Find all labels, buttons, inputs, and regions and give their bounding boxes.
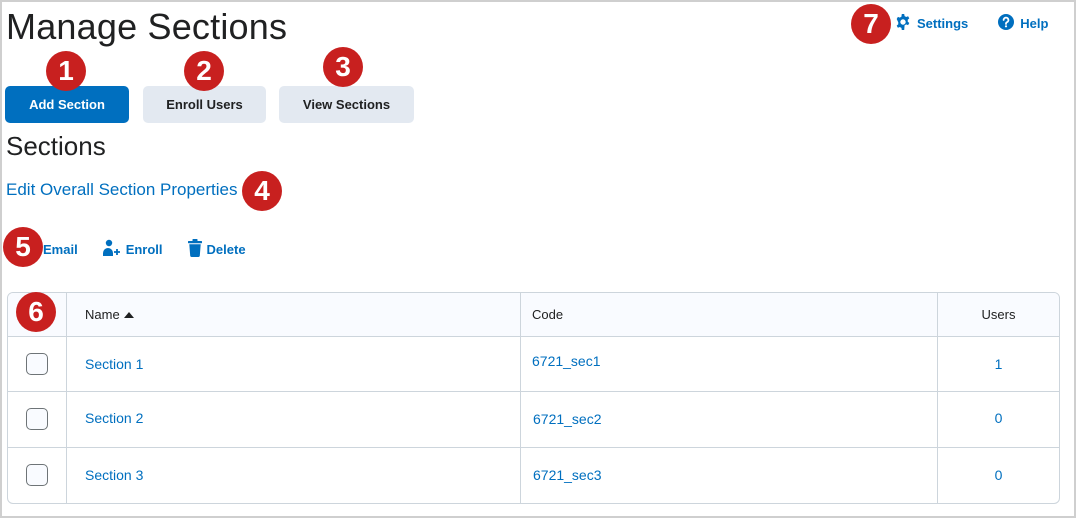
trash-icon — [187, 239, 202, 260]
row-checkbox[interactable] — [26, 408, 48, 431]
name-header-label: Name — [85, 306, 120, 322]
top-links: Settings Help — [895, 14, 1048, 33]
email-label: Email — [43, 242, 78, 257]
table-header-row: Name Code Users — [8, 293, 1059, 337]
help-link[interactable]: Help — [998, 14, 1048, 33]
section-name-link[interactable]: Section 3 — [85, 467, 143, 483]
callout-badge-6: 6 — [16, 292, 56, 332]
section-users-link[interactable]: 0 — [995, 410, 1003, 426]
callout-badge-4: 4 — [242, 171, 282, 211]
action-bar: Email Enroll Delete — [22, 239, 271, 260]
name-column-header[interactable]: Name — [66, 293, 521, 337]
settings-link[interactable]: Settings — [895, 14, 968, 33]
section-name-link[interactable]: Section 1 — [85, 356, 143, 372]
add-section-button[interactable]: Add Section — [5, 86, 129, 123]
gear-icon — [895, 14, 911, 33]
section-users-link[interactable]: 0 — [995, 467, 1003, 483]
callout-badge-7: 7 — [851, 4, 891, 44]
code-header-label: Code — [532, 306, 564, 322]
sections-table: Name Code Users Section 1 6721_sec1 1 Se… — [7, 292, 1060, 504]
row-checkbox[interactable] — [26, 352, 48, 375]
table-row: Section 1 6721_sec1 1 — [8, 336, 1059, 393]
edit-overall-section-properties-link[interactable]: Edit Overall Section Properties — [6, 180, 238, 200]
help-label: Help — [1020, 16, 1049, 31]
row-checkbox[interactable] — [26, 464, 48, 487]
callout-badge-3: 3 — [323, 47, 363, 87]
delete-label: Delete — [206, 242, 246, 257]
users-column-header: Users — [937, 293, 1059, 337]
code-column-header: Code — [520, 293, 938, 337]
help-icon — [998, 14, 1015, 33]
section-code-link[interactable]: 6721_sec3 — [533, 467, 602, 483]
sort-ascending-icon — [123, 312, 134, 319]
callout-badge-5: 5 — [3, 227, 43, 267]
users-header-label: Users — [981, 306, 1016, 322]
table-row: Section 2 6721_sec2 0 — [8, 391, 1059, 448]
section-name-link[interactable]: Section 2 — [85, 410, 143, 426]
callout-badge-2: 2 — [184, 51, 224, 91]
section-users-link[interactable]: 1 — [995, 356, 1003, 372]
view-sections-button[interactable]: View Sections — [279, 86, 414, 123]
sections-heading: Sections — [6, 131, 106, 161]
enroll-action[interactable]: Enroll — [102, 239, 163, 260]
callout-badge-1: 1 — [46, 51, 86, 91]
settings-label: Settings — [917, 16, 969, 31]
section-code-link[interactable]: 6721_sec2 — [533, 411, 602, 427]
enroll-users-button[interactable]: Enroll Users — [143, 86, 266, 123]
section-code-link[interactable]: 6721_sec1 — [532, 353, 601, 369]
table-row: Section 3 6721_sec3 0 — [8, 447, 1059, 503]
add-user-icon — [102, 239, 121, 260]
enroll-label: Enroll — [125, 242, 163, 257]
page-title: Manage Sections — [6, 6, 288, 47]
delete-action[interactable]: Delete — [187, 239, 246, 260]
